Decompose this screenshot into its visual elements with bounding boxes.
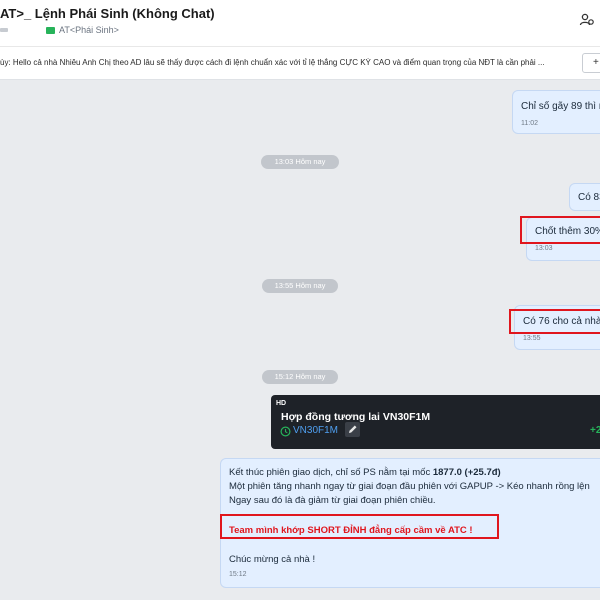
message-line: Một phiên tăng nhanh ngay từ giai đoạn đ…	[229, 481, 590, 492]
message-line: Ngay sau đó là đà giảm từ giai đoạn phiê…	[229, 495, 436, 506]
message-time: 13:55	[523, 335, 541, 342]
message-line: Chúc mừng cả nhà !	[229, 554, 316, 565]
date-separator: 13:03 Hôm nay	[261, 155, 339, 169]
highlight-box	[520, 216, 600, 244]
message-text: Chỉ số gãy 89 thì n	[521, 101, 600, 112]
message-line-part: Kết thúc phiên giao dịch, chỉ số PS nằm …	[229, 467, 433, 478]
tag-label[interactable]: AT<Phái Sinh>	[59, 25, 119, 35]
chat-title: AT>_ Lệnh Phái Sinh (Không Chat)	[0, 6, 215, 21]
message-text: Có 83	[578, 192, 600, 203]
message-list[interactable]: Chỉ số gãy 89 thì n 11:02 13:03 Hôm nay …	[0, 80, 600, 600]
message-time: 15:12	[229, 571, 247, 578]
chat-subtitle: AT<Phái Sinh>	[0, 24, 119, 36]
message-line: Kết thúc phiên giao dịch, chỉ số PS nằm …	[229, 467, 501, 478]
clock-icon	[280, 426, 291, 437]
pinned-message-text[interactable]: ùy: Hello cả nhà Nhiêu Anh Chị theo AD l…	[0, 58, 568, 67]
message-time: 13:03	[535, 245, 553, 252]
message-time: 11:02	[521, 120, 538, 127]
ticker-link[interactable]: VN30F1M	[293, 425, 338, 436]
pencil-icon[interactable]	[345, 422, 360, 437]
message-bubble[interactable]: Có 83	[569, 183, 600, 211]
date-separator: 15:12 Hôm nay	[262, 370, 338, 384]
group-settings-icon[interactable]	[579, 12, 595, 28]
date-separator: 13:55 Hôm nay	[262, 279, 338, 293]
member-count-blur	[0, 28, 8, 32]
futures-contract-card[interactable]: HD Hợp đồng tương lai VN30F1M VN30F1M +2	[271, 395, 600, 449]
chat-header: AT>_ Lệnh Phái Sinh (Không Chat) AT<Phái…	[0, 0, 600, 46]
pinned-add-button[interactable]: +	[582, 53, 600, 73]
pinned-message-bar[interactable]: ùy: Hello cả nhà Nhiêu Anh Chị theo AD l…	[0, 46, 600, 80]
index-value: 1877.0 (+25.7đ)	[432, 467, 501, 478]
highlight-box	[220, 514, 499, 539]
hd-badge: HD	[276, 400, 287, 407]
price-change: +2	[590, 425, 600, 436]
message-bubble[interactable]: Chỉ số gãy 89 thì n 11:02	[512, 90, 600, 134]
highlight-box	[509, 309, 600, 334]
tag-icon	[46, 26, 55, 34]
